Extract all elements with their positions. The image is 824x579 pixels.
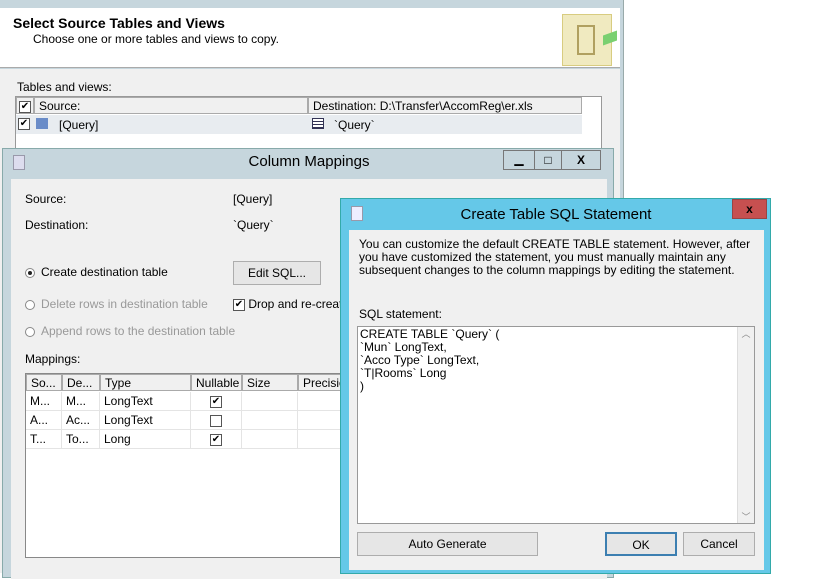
close-button[interactable]: x: [732, 199, 767, 219]
ok-button[interactable]: OK: [605, 532, 677, 556]
col-destination[interactable]: De...: [62, 374, 100, 391]
table-row[interactable]: ✔ [Query] `Query`: [16, 115, 582, 134]
nullable-checkbox[interactable]: [191, 411, 242, 430]
radio-delete[interactable]: Delete rows in destination table: [25, 297, 208, 311]
mappings-grid[interactable]: So... De... Type Nullable Size Precision…: [25, 373, 358, 558]
cell-empty[interactable]: [242, 411, 298, 430]
dialog-description: You can customize the default CREATE TAB…: [359, 237, 751, 277]
cancel-button[interactable]: Cancel: [683, 532, 755, 556]
cell-src[interactable]: T...: [26, 430, 62, 449]
tables-label: Tables and views:: [17, 80, 112, 94]
cell-src[interactable]: M...: [26, 392, 62, 411]
cell-type[interactable]: LongText: [100, 411, 191, 430]
nullable-checkbox[interactable]: ✔: [191, 430, 242, 449]
edit-sql-button[interactable]: Edit SQL...: [233, 261, 321, 285]
destination-label: Destination:: [25, 218, 89, 232]
sql-textarea[interactable]: CREATE TABLE `Query` ( `Mun` LongText, `…: [357, 326, 755, 524]
cell-dst[interactable]: Ac...: [62, 411, 100, 430]
wizard-logo-icon: [562, 14, 617, 66]
row-checkbox[interactable]: ✔: [18, 118, 30, 130]
scroll-up-icon[interactable]: ︿: [738, 327, 754, 340]
cell-type[interactable]: Long: [100, 430, 191, 449]
radio-create[interactable]: Create destination table: [25, 265, 168, 279]
sql-label: SQL statement:: [359, 307, 442, 321]
maximize-button[interactable]: □: [534, 150, 562, 170]
dialog-body: You can customize the default CREATE TAB…: [349, 230, 764, 570]
col-size[interactable]: Size: [242, 374, 298, 391]
col-source[interactable]: Source:: [34, 97, 308, 114]
page-title: Select Source Tables and Views: [13, 15, 225, 31]
page-subtitle: Choose one or more tables and views to c…: [33, 32, 279, 46]
sql-dialog: Create Table SQL Statement x You can cus…: [340, 198, 771, 574]
close-button[interactable]: X: [561, 150, 601, 170]
col-nullable[interactable]: Nullable: [191, 374, 242, 391]
mappings-label: Mappings:: [25, 352, 81, 366]
col-destination[interactable]: Destination: D:\Transfer\AccomReg\er.xls: [308, 97, 582, 114]
nullable-checkbox[interactable]: ✔: [191, 392, 242, 411]
select-all-checkbox[interactable]: ✔: [19, 100, 31, 113]
scrollbar[interactable]: ︿ ﹀: [737, 327, 754, 523]
col-type[interactable]: Type: [100, 374, 191, 391]
cell-empty[interactable]: [242, 392, 298, 411]
minimize-button[interactable]: ▁: [503, 150, 535, 170]
scroll-down-icon[interactable]: ﹀: [738, 510, 754, 523]
query-icon: [36, 118, 48, 129]
destination-value: `Query`: [233, 218, 274, 232]
source-value: [Query]: [233, 192, 273, 206]
cell-empty[interactable]: [242, 430, 298, 449]
table-icon: [312, 118, 324, 129]
cell-dst[interactable]: To...: [62, 430, 100, 449]
row-destination[interactable]: `Query`: [334, 118, 375, 132]
cell-src[interactable]: A...: [26, 411, 62, 430]
auto-generate-button[interactable]: Auto Generate: [357, 532, 538, 556]
row-source: [Query]: [59, 118, 99, 132]
cell-dst[interactable]: M...: [62, 392, 100, 411]
dialog-title: Create Table SQL Statement: [460, 206, 652, 223]
radio-append[interactable]: Append rows to the destination table: [25, 324, 235, 338]
cell-type[interactable]: LongText: [100, 392, 191, 411]
drop-recreate-checkbox[interactable]: ✔ Drop and re-create: [233, 297, 349, 311]
col-source[interactable]: So...: [26, 374, 62, 391]
sql-text[interactable]: CREATE TABLE `Query` ( `Mun` LongText, `…: [360, 328, 499, 393]
wizard-header: Select Source Tables and Views Choose on…: [0, 8, 620, 68]
source-label: Source:: [25, 192, 67, 206]
